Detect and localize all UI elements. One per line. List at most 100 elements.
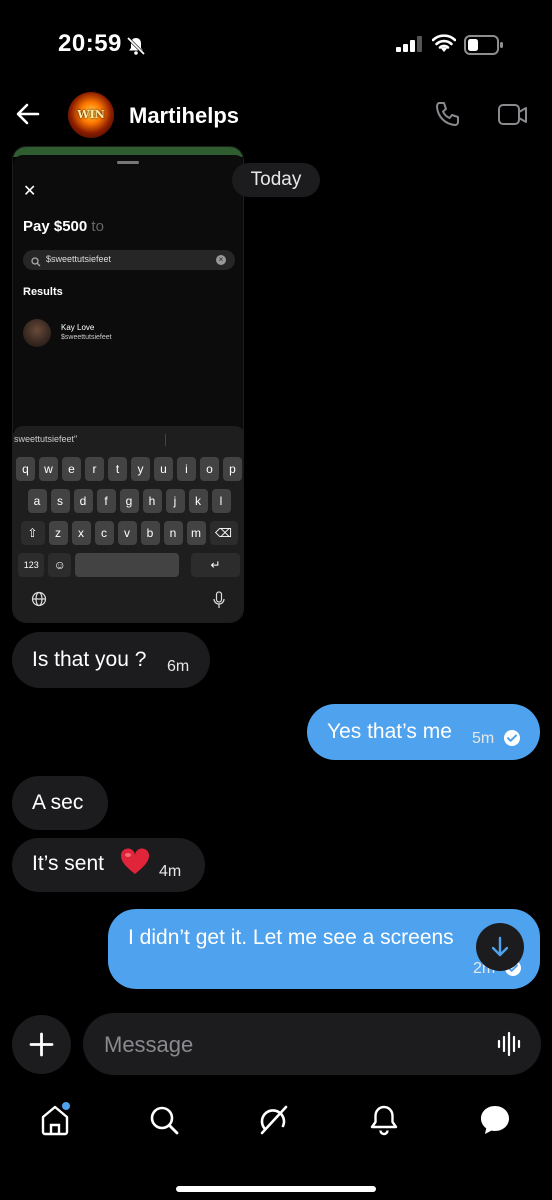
search-icon[interactable] [146, 1102, 182, 1138]
message-input[interactable]: Message [83, 1013, 541, 1075]
key-o: o [200, 457, 219, 481]
key-d: d [73, 489, 93, 513]
result-handle: $sweettutsiefeet [61, 334, 112, 341]
key-w: w [39, 457, 58, 481]
add-attachment-button[interactable] [12, 1015, 71, 1074]
key-k: k [188, 489, 208, 513]
home-icon[interactable] [37, 1102, 73, 1138]
key-row-3: ⇧ zxcvbnm ⌫ [13, 521, 243, 545]
key-t: t [108, 457, 127, 481]
notification-dot [62, 1102, 70, 1110]
result-avatar [23, 319, 51, 347]
key-row-2: asdfghjkl [13, 489, 243, 513]
pay-to: to [91, 218, 104, 235]
notifications-icon[interactable] [366, 1102, 402, 1138]
message-text: It’s sent [32, 852, 104, 875]
plus-icon [29, 1032, 54, 1057]
cellular-signal-icon [396, 36, 424, 57]
key-f: f [96, 489, 116, 513]
pay-amount: Pay $500 [23, 218, 88, 235]
key-c: c [94, 521, 114, 545]
key-p: p [223, 457, 242, 481]
message-text: A sec [32, 791, 84, 814]
key-row-4: 123 ☺ ↵ [18, 553, 240, 577]
home-indicator [176, 1186, 376, 1192]
message-bubble-incoming[interactable]: It’s sent 4m [12, 838, 205, 892]
microphone-icon [213, 591, 225, 614]
message-text: I didn’t get it. Let me see a screens [128, 926, 454, 949]
numbers-key: 123 [18, 553, 45, 577]
key-row-1: qwertyuiop [13, 457, 243, 481]
globe-icon [31, 591, 47, 612]
key-m: m [186, 521, 206, 545]
message-time: 5m [472, 730, 495, 747]
key-i: i [177, 457, 196, 481]
voice-message-icon[interactable] [497, 1031, 523, 1062]
key-h: h [142, 489, 162, 513]
recipient-search-field: $sweettutsiefeet × [23, 250, 235, 270]
bottom-navigation [0, 1090, 552, 1150]
search-icon [31, 254, 41, 272]
key-a: a [27, 489, 47, 513]
emoji-key-icon: ☺ [48, 553, 72, 577]
video-call-icon[interactable] [497, 102, 529, 133]
key-v: v [117, 521, 137, 545]
messages-icon[interactable] [477, 1102, 513, 1138]
keyboard-suggestion: sweettutsiefeet" [14, 434, 78, 444]
message-bubble-incoming[interactable]: Is that you ? 6m [12, 632, 210, 688]
key-s: s [50, 489, 70, 513]
grok-icon[interactable] [256, 1102, 292, 1138]
key-q: q [16, 457, 35, 481]
chat-header: WIN Martihelps [0, 92, 552, 138]
result-name: Kay Love [61, 323, 95, 332]
scroll-to-bottom-button[interactable] [476, 923, 524, 971]
back-arrow-icon[interactable] [14, 100, 44, 130]
date-divider: Today [232, 163, 320, 197]
message-text: Is that you ? [32, 648, 147, 671]
avatar-logo-text: WIN [77, 108, 105, 121]
key-e: e [62, 457, 81, 481]
key-g: g [119, 489, 139, 513]
silent-bell-icon [126, 36, 146, 61]
shift-key-icon: ⇧ [20, 521, 45, 545]
search-value: $sweettutsiefeet [46, 254, 112, 264]
key-u: u [154, 457, 173, 481]
message-placeholder: Message [104, 1032, 194, 1057]
wifi-icon [431, 34, 457, 59]
results-heading: Results [23, 286, 63, 298]
status-time: 20:59 [58, 30, 122, 57]
message-time: 6m [167, 658, 190, 675]
key-x: x [71, 521, 91, 545]
message-bubble-outgoing[interactable]: Yes that’s me 5m [307, 704, 540, 760]
message-time: 4m [159, 863, 182, 880]
return-key-icon: ↵ [190, 553, 240, 577]
payment-sheet: ✕ Pay $500 to $sweettutsiefeet × Results… [13, 155, 243, 430]
sheet-grabber [117, 161, 139, 164]
phone-icon[interactable] [432, 100, 462, 135]
suggestion-divider [165, 434, 166, 446]
avatar[interactable]: WIN [68, 92, 114, 138]
arrow-down-icon [491, 936, 509, 957]
message-text: Yes that’s me [327, 720, 452, 743]
key-l: l [211, 489, 231, 513]
conversation-title[interactable]: Martihelps [129, 103, 239, 129]
read-check-icon [503, 729, 521, 753]
key-z: z [48, 521, 68, 545]
battery-icon [464, 34, 504, 61]
close-icon: ✕ [23, 183, 37, 200]
key-row-3-letters: zxcvbnm [48, 521, 206, 545]
space-key [75, 553, 179, 577]
key-j: j [165, 489, 185, 513]
key-n: n [163, 521, 183, 545]
shared-screenshot-image[interactable]: ✕ Pay $500 to $sweettutsiefeet × Results… [12, 146, 244, 623]
heart-emoji [120, 848, 150, 882]
key-y: y [131, 457, 150, 481]
delete-key-icon: ⌫ [209, 521, 238, 545]
status-bar: 20:59 [0, 0, 552, 90]
key-r: r [85, 457, 104, 481]
keyboard: sweettutsiefeet" qwertyuiop asdfghjkl ⇧ … [13, 426, 243, 622]
key-b: b [140, 521, 160, 545]
message-bubble-incoming[interactable]: A sec [12, 776, 108, 830]
clear-icon: × [216, 255, 226, 265]
pay-heading: Pay $500 to [23, 218, 104, 235]
